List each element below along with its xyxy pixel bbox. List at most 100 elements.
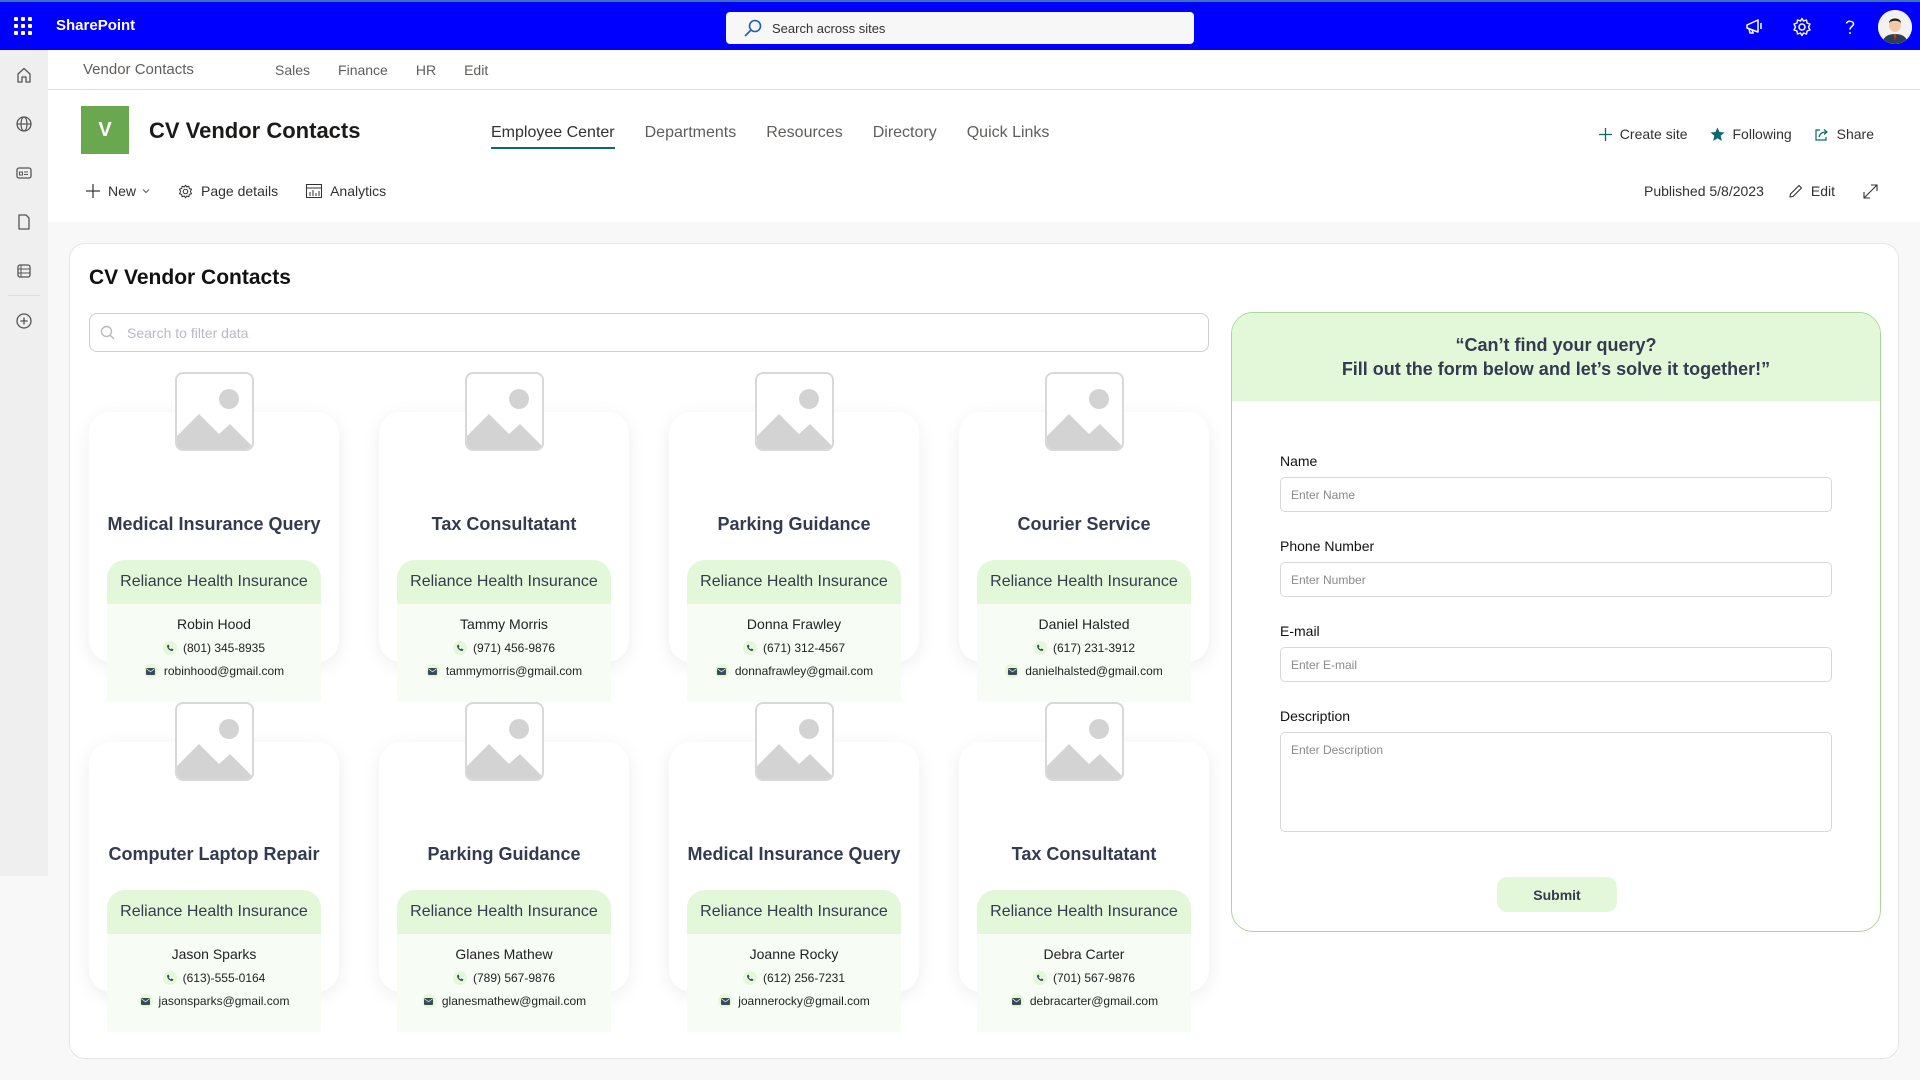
command-bar: New Page details Analytics [86,183,414,199]
card-phone-text: (612) 256-7231 [762,971,846,985]
tab-resources[interactable]: Resources [766,124,842,147]
card-info: Reliance Health Insurance Tammy Morris (… [397,560,611,702]
contact-card-grid: Medical Insurance Query Reliance Health … [89,372,1211,1032]
search-icon [744,19,762,37]
card-email[interactable]: donnafrawley@gmail.com [687,664,901,678]
contact-card[interactable]: Tax Consultatant Reliance Health Insuran… [959,702,1209,1032]
card-email[interactable]: glanesmathew@gmail.com [397,994,611,1008]
card-contact-name: Glanes Mathew [455,946,553,962]
following-button[interactable]: Following [1710,126,1792,142]
card-email[interactable]: tammymorris@gmail.com [397,664,611,678]
contact-card[interactable]: Parking Guidance Reliance Health Insuran… [379,702,629,1032]
card-phone[interactable]: (613)-555-0164 [107,971,321,985]
contact-card[interactable]: Courier Service Reliance Health Insuranc… [959,372,1209,702]
star-icon [1710,127,1724,141]
card-email[interactable]: joannerocky@gmail.com [687,994,901,1008]
card-phone[interactable]: (671) 312-4567 [687,641,901,655]
global-search-input[interactable] [772,20,1172,36]
mail-icon [143,664,158,678]
app-launcher-icon[interactable] [14,17,32,35]
home-icon[interactable] [0,50,48,99]
help-icon[interactable] [1826,3,1874,51]
document-icon[interactable] [0,197,48,246]
new-button[interactable]: New [86,183,150,199]
mail-icon [718,994,733,1008]
card-email-text: robinhood@gmail.com [163,664,285,678]
card-company: Reliance Health Insurance [107,890,321,934]
contact-card[interactable]: Tax Consultatant Reliance Health Insuran… [379,372,629,702]
card-phone[interactable]: (612) 256-7231 [687,971,901,985]
create-site-button[interactable]: Create site [1598,126,1688,142]
hub-title[interactable]: Vendor Contacts [83,61,275,78]
site-title[interactable]: CV Vendor Contacts [149,118,360,144]
phone-icon [1032,641,1047,655]
filter-search-input[interactable] [127,324,1187,341]
avatar[interactable] [1878,10,1912,44]
hub-link-sales[interactable]: Sales [275,62,310,78]
news-icon[interactable] [0,148,48,197]
email-field[interactable] [1280,647,1832,682]
card-email[interactable]: jasonsparks@gmail.com [107,994,321,1008]
add-circle-icon[interactable] [0,296,48,345]
card-email[interactable]: danielhalsted@gmail.com [977,664,1191,678]
card-phone-text: (701) 567-9876 [1052,971,1136,985]
card-phone[interactable]: (801) 345-8935 [107,641,321,655]
card-email[interactable]: debracarter@gmail.com [977,994,1191,1008]
contact-card[interactable]: Medical Insurance Query Reliance Health … [669,702,919,1032]
card-info: Reliance Health Insurance Glanes Mathew … [397,890,611,1032]
webpart-title: CV Vendor Contacts [89,266,291,289]
filter-search[interactable] [89,313,1209,352]
gear-icon[interactable] [1778,3,1826,51]
email-label: E-mail [1280,623,1320,639]
contact-card[interactable]: Computer Laptop Repair Reliance Health I… [89,702,339,1032]
card-phone[interactable]: (789) 567-9876 [397,971,611,985]
tab-departments[interactable]: Departments [645,124,737,147]
card-contact-name: Daniel Halsted [1038,616,1130,632]
card-contact-name: Jason Sparks [171,946,257,962]
card-phone[interactable]: (971) 456-9876 [397,641,611,655]
hub-link-finance[interactable]: Finance [338,62,388,78]
name-field[interactable] [1280,477,1832,512]
card-email[interactable]: robinhood@gmail.com [107,664,321,678]
phone-icon [742,641,757,655]
site-logo[interactable]: V [81,106,129,154]
tab-employee-center[interactable]: Employee Center [491,124,615,149]
global-search[interactable] [726,12,1194,44]
page-details-button[interactable]: Page details [178,183,278,199]
card-company: Reliance Health Insurance [977,560,1191,604]
hub-link-edit[interactable]: Edit [464,62,488,78]
share-button[interactable]: Share [1814,126,1874,142]
contact-card[interactable]: Medical Insurance Query Reliance Health … [89,372,339,702]
expand-button[interactable] [1863,183,1886,199]
tab-directory[interactable]: Directory [873,124,937,147]
submit-button[interactable]: Submit [1497,877,1617,912]
contact-card[interactable]: Parking Guidance Reliance Health Insuran… [669,372,919,702]
list-icon[interactable] [0,246,48,295]
page-details-label: Page details [201,183,279,199]
card-phone[interactable]: (701) 567-9876 [977,971,1191,985]
card-title: Medical Insurance Query [687,844,901,864]
card-contact-name: Debra Carter [1043,946,1125,962]
analytics-button[interactable]: Analytics [306,183,386,199]
tab-quick-links[interactable]: Quick Links [967,124,1050,147]
hub-link-hr[interactable]: HR [416,62,436,78]
card-phone[interactable]: (617) 231-3912 [977,641,1191,655]
edit-button[interactable]: Edit [1788,183,1835,199]
card-company: Reliance Health Insurance [107,560,321,604]
image-placeholder-icon [175,372,254,451]
card-title: Computer Laptop Repair [108,844,320,864]
image-placeholder-icon [465,702,544,781]
app-name[interactable]: SharePoint [56,17,135,34]
phone-field[interactable] [1280,562,1832,597]
following-label: Following [1732,126,1792,142]
globe-icon[interactable] [0,99,48,148]
megaphone-icon[interactable] [1730,3,1778,51]
card-email-text: danielhalsted@gmail.com [1025,664,1163,678]
card-info: Reliance Health Insurance Donna Frawley … [687,560,901,702]
mail-icon [138,994,153,1008]
plus-icon [86,184,100,198]
plus-icon [1598,127,1612,141]
description-field[interactable] [1280,732,1832,832]
phone-icon [452,971,467,985]
analytics-label: Analytics [330,183,387,199]
